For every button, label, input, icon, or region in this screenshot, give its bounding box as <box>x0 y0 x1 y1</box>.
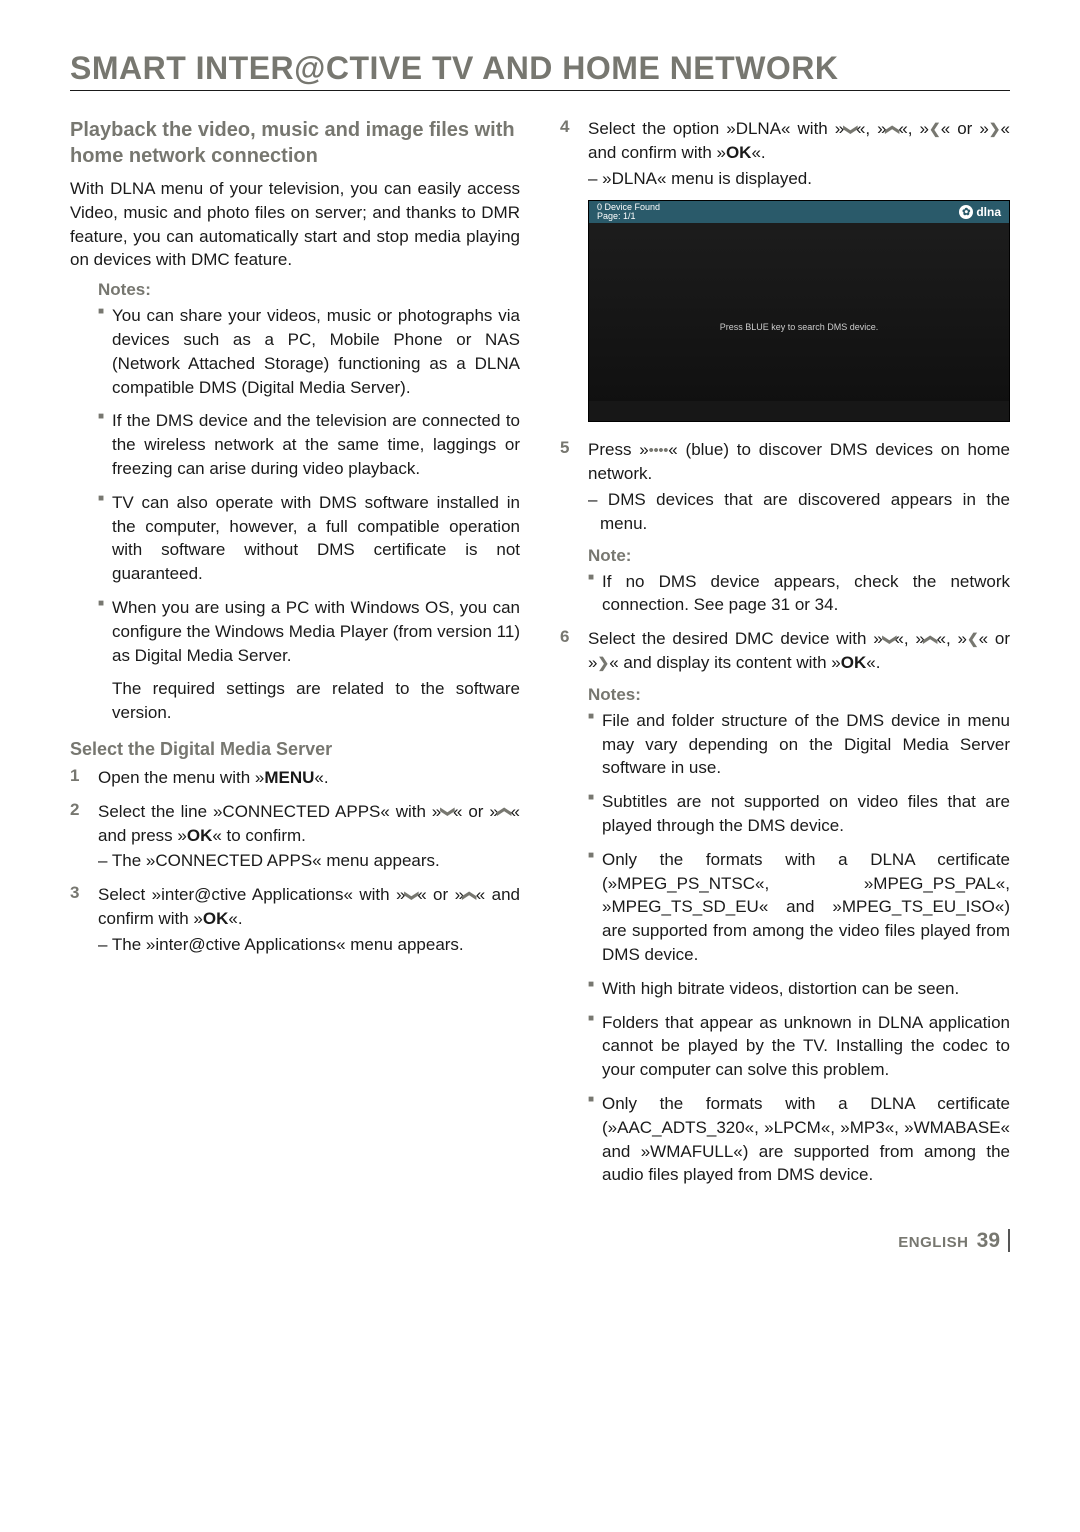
numbered-steps: 1 Open the menu with »MENU«. 2 Select th… <box>70 766 520 957</box>
list-item: With high bitrate videos, distortion can… <box>588 977 1010 1001</box>
ok-key: OK <box>841 653 867 672</box>
step-2: 2 Select the line »CONNECTED APPS« with … <box>70 800 520 873</box>
step-3: 3 Select »inter@ctive Applications« with… <box>70 883 520 956</box>
step-number: 5 <box>560 438 576 535</box>
list-item: When you are using a PC with Windows OS,… <box>98 596 520 667</box>
text: «, » <box>898 119 929 138</box>
notes-list: File and folder structure of the DMS dev… <box>560 709 1010 1187</box>
step-5: 5 Press »••••« (blue) to discover DMS de… <box>560 438 1010 535</box>
text: «. <box>751 143 765 162</box>
step-4: 4 Select the option »DLNA« with »❮«, »❮«… <box>560 117 1010 190</box>
up-icon: ❮ <box>460 890 480 902</box>
text: « or » <box>941 119 989 138</box>
notes-list: You can share your videos, music or phot… <box>70 304 520 725</box>
text: «. <box>866 653 880 672</box>
text: Press » <box>588 440 649 459</box>
left-column: Playback the video, music and image file… <box>70 117 520 1197</box>
notes-heading: Notes: <box>588 685 1010 705</box>
sub-result: – The »inter@ctive Applications« menu ap… <box>98 933 520 957</box>
text: Select the line »CONNECTED APPS« with » <box>98 802 441 821</box>
text: «. <box>314 768 328 787</box>
notes-heading: Notes: <box>98 280 520 300</box>
footer-page-number: 39 <box>977 1229 1010 1252</box>
step-number: 4 <box>560 117 576 190</box>
text: « or » <box>453 802 499 821</box>
text: «, » <box>937 629 967 648</box>
page-title: SMART INTER@CTIVE TV AND HOME NETWORK <box>70 50 1010 91</box>
ok-key: OK <box>203 909 229 928</box>
down-icon: ❮ <box>840 124 860 136</box>
hint-text: Press BLUE key to search DMS device. <box>589 322 1009 332</box>
down-icon: ❮ <box>879 634 899 646</box>
dlna-menu-screenshot: 0 Device Found Page: 1/1 ✿ dlna Press BL… <box>588 200 1010 422</box>
sub-result: – DMS devices that are discovered appear… <box>588 488 1010 536</box>
dlna-logo: ✿ dlna <box>959 205 1001 219</box>
step-number: 3 <box>70 883 86 956</box>
bottom-bar <box>589 401 1009 421</box>
list-item: Only the formats with a DLNA certificate… <box>588 848 1010 967</box>
dlna-logo-text: dlna <box>976 205 1001 219</box>
two-column-layout: Playback the video, music and image file… <box>70 117 1010 1197</box>
list-item: If no DMS device appears, check the netw… <box>588 570 1010 618</box>
sub-result: – »DLNA« menu is displayed. <box>588 167 1010 191</box>
intro-paragraph: With DLNA menu of your television, you c… <box>70 177 520 272</box>
text: « or » <box>417 885 464 904</box>
step-6: 6 Select the desired DMC device with »❮«… <box>560 627 1010 675</box>
note-list: If no DMS device appears, check the netw… <box>560 570 1010 618</box>
section-heading: Playback the video, music and image file… <box>70 117 520 169</box>
right-icon: ❯ <box>597 655 609 671</box>
text: « and display its content with » <box>609 653 841 672</box>
ok-key: OK <box>726 143 752 162</box>
page-footer: ENGLISH 39 <box>70 1229 1010 1253</box>
step-number: 1 <box>70 766 86 790</box>
list-item: If the DMS device and the television are… <box>98 409 520 480</box>
text: Select »inter@ctive Applications« with » <box>98 885 405 904</box>
up-icon: ❮ <box>883 124 903 136</box>
up-icon: ❮ <box>495 806 515 818</box>
list-item: You can share your videos, music or phot… <box>98 304 520 399</box>
text: Open the menu with » <box>98 768 264 787</box>
text: «. <box>228 909 242 928</box>
text: « to confirm. <box>212 826 306 845</box>
text: «, » <box>856 119 887 138</box>
dlna-icon: ✿ <box>959 205 973 219</box>
left-icon: ❮ <box>967 631 979 647</box>
note-heading: Note: <box>588 546 1010 566</box>
list-item: Folders that appear as unknown in DLNA a… <box>588 1011 1010 1082</box>
step-number: 6 <box>560 627 576 675</box>
sub-heading: Select the Digital Media Server <box>70 739 520 760</box>
menu-key: MENU <box>264 768 314 787</box>
up-icon: ❮ <box>921 634 941 646</box>
list-item: Subtitles are not supported on video fil… <box>588 790 1010 838</box>
text: Select the option »DLNA« with » <box>588 119 844 138</box>
text: Select the desired DMC device with » <box>588 629 883 648</box>
step-number: 2 <box>70 800 86 873</box>
device-found-label: 0 Device Found <box>597 203 959 213</box>
step-1: 1 Open the menu with »MENU«. <box>70 766 520 790</box>
list-item: File and folder structure of the DMS dev… <box>588 709 1010 780</box>
right-icon: ❯ <box>989 121 1001 137</box>
ok-key: OK <box>187 826 213 845</box>
blue-dots-icon: •••• <box>649 442 669 458</box>
footer-language: ENGLISH <box>898 1234 968 1251</box>
down-icon: ❮ <box>402 890 422 902</box>
list-item: TV can also operate with DMS software in… <box>98 491 520 586</box>
list-item: Only the formats with a DLNA certificate… <box>588 1092 1010 1187</box>
page-label: Page: 1/1 <box>597 212 959 222</box>
right-column: 4 Select the option »DLNA« with »❮«, »❮«… <box>560 117 1010 1197</box>
list-item: The required settings are related to the… <box>98 677 520 725</box>
left-icon: ❮ <box>929 121 941 137</box>
sub-result: – The »CONNECTED APPS« menu appears. <box>98 849 520 873</box>
down-icon: ❮ <box>437 806 457 818</box>
